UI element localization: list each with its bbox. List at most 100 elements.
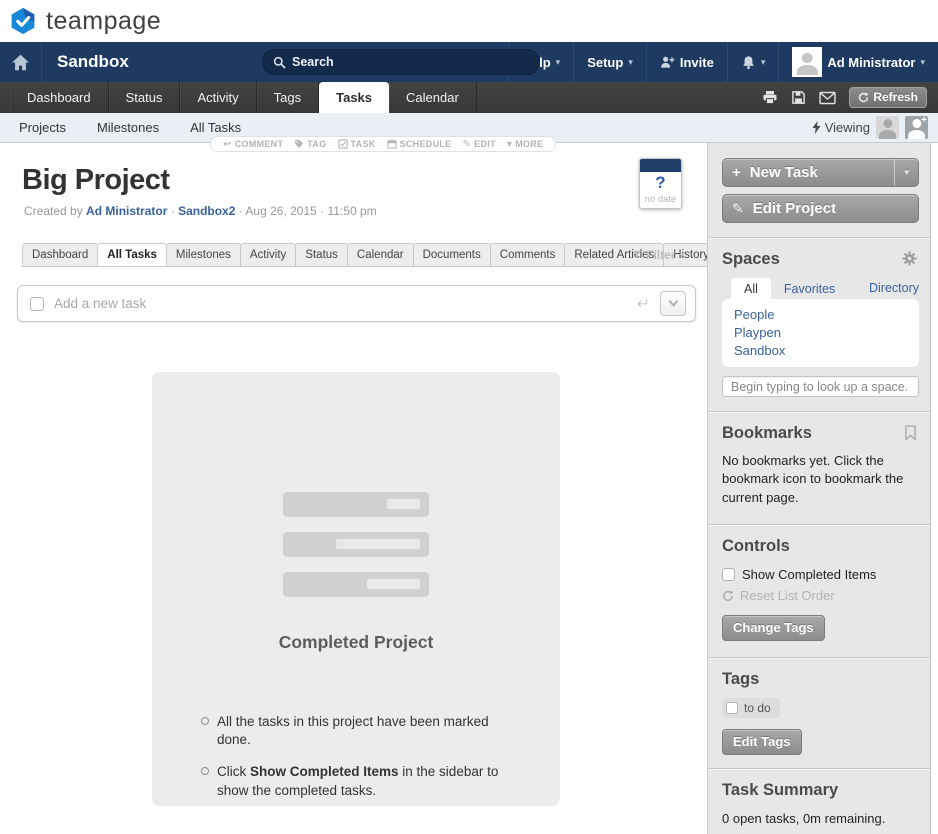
- edit-project-button[interactable]: ✎ Edit Project: [722, 194, 919, 223]
- user-menu[interactable]: Ad Ministrator▾: [778, 42, 938, 82]
- tag-todo-chip[interactable]: to do: [722, 698, 780, 718]
- byline: Created by Ad Ministrator · Sandbox2 · A…: [24, 204, 708, 218]
- notifications-menu[interactable]: ▾: [727, 42, 779, 82]
- tab-tags[interactable]: Tags: [257, 82, 319, 113]
- page-right-gutter: [930, 143, 938, 834]
- reset-list-order-button[interactable]: Reset List Order: [722, 588, 919, 603]
- setup-menu[interactable]: Setup▾: [573, 42, 646, 82]
- refresh-icon: [858, 92, 869, 103]
- schedule-label: SCHEDULE: [400, 139, 452, 149]
- project-tab-calendar[interactable]: Calendar: [347, 243, 414, 267]
- space-link-playpen[interactable]: Playpen: [734, 324, 919, 342]
- chevron-down-icon: ▾: [920, 57, 925, 68]
- tags-heading: Tags: [722, 670, 919, 689]
- spaces-heading: Spaces: [722, 250, 919, 269]
- right-sidebar: + New Task ▾ ✎ Edit Project Spaces: [707, 143, 930, 834]
- spaces-tab-favorites[interactable]: Favorites: [771, 278, 848, 299]
- pencil-icon: ✎: [462, 139, 471, 150]
- project-tab-status[interactable]: Status: [295, 243, 348, 267]
- viewer-avatar[interactable]: [876, 116, 899, 139]
- subnav-all-tasks[interactable]: All Tasks: [190, 120, 241, 135]
- tag-todo-label: to do: [744, 701, 771, 715]
- invite-button[interactable]: Invite: [646, 42, 727, 82]
- refresh-button[interactable]: Refresh: [849, 87, 927, 108]
- subnav-milestones[interactable]: Milestones: [97, 120, 159, 135]
- chevron-down-icon: ▾: [904, 167, 909, 178]
- search-input[interactable]: [292, 55, 529, 69]
- spaces-settings-button[interactable]: [902, 251, 917, 271]
- tag-action[interactable]: TAG: [294, 139, 326, 149]
- plus-icon: +: [921, 116, 927, 126]
- add-task-options-button[interactable]: [660, 291, 686, 316]
- teampage-app: teampage Sandbox Help▾ Setup▾: [0, 0, 938, 834]
- spaces-tab-directory[interactable]: Directory: [869, 281, 919, 299]
- edit-action[interactable]: ✎EDIT: [462, 139, 495, 150]
- new-task-dropdown[interactable]: ▾: [894, 159, 909, 186]
- tab-status[interactable]: Status: [109, 82, 181, 113]
- tab-calendar[interactable]: Calendar: [389, 82, 477, 113]
- space-link-sandbox[interactable]: Sandbox: [734, 342, 919, 360]
- floppy-disk-icon: [791, 90, 806, 105]
- controls-heading: Controls: [722, 537, 919, 556]
- new-task-checkbox[interactable]: [30, 297, 44, 311]
- search-box[interactable]: [262, 49, 540, 75]
- printer-icon: [762, 90, 778, 105]
- space-lookup-input[interactable]: [722, 376, 919, 397]
- filter-button[interactable]: Filter ▾: [631, 248, 684, 262]
- space-link[interactable]: Sandbox2: [178, 204, 235, 218]
- spaces-tab-all[interactable]: All: [731, 278, 771, 299]
- more-label: MORE: [515, 139, 543, 149]
- project-tab-comments[interactable]: Comments: [490, 243, 566, 267]
- tag-todo-checkbox[interactable]: [726, 702, 738, 714]
- project-tab-dashboard[interactable]: Dashboard: [22, 243, 98, 267]
- empty-state-title: Completed Project: [152, 632, 560, 653]
- page-action-toolbar: ↩COMMENT TAG TASK SCHEDULE ✎EDIT ▾MORE: [210, 136, 556, 152]
- comment-action[interactable]: ↩COMMENT: [223, 139, 283, 150]
- reset-icon: [722, 590, 734, 602]
- tab-tasks[interactable]: Tasks: [319, 82, 389, 113]
- gear-icon: [902, 251, 917, 266]
- comment-label: COMMENT: [235, 139, 284, 149]
- home-button[interactable]: [0, 42, 42, 82]
- add-task-input[interactable]: [54, 296, 627, 311]
- chevron-down-icon: ▾: [679, 250, 684, 261]
- invite-label: Invite: [680, 55, 714, 70]
- subnav-projects[interactable]: Projects: [19, 120, 66, 135]
- due-date-widget[interactable]: ? no date: [639, 158, 682, 209]
- bookmarks-heading: Bookmarks: [722, 424, 919, 443]
- controls-section: Controls Show Completed Items Reset List…: [722, 537, 919, 641]
- print-button[interactable]: [762, 90, 778, 105]
- show-completed-checkbox[interactable]: [722, 568, 735, 581]
- add-viewer-button[interactable]: +: [905, 116, 928, 139]
- schedule-action[interactable]: SCHEDULE: [387, 139, 452, 149]
- tab-activity[interactable]: Activity: [180, 82, 256, 113]
- task-action[interactable]: TASK: [338, 139, 376, 149]
- home-icon: [11, 54, 30, 71]
- more-action[interactable]: ▾MORE: [507, 139, 544, 150]
- tab-dashboard[interactable]: Dashboard: [10, 82, 109, 113]
- new-task-button[interactable]: + New Task ▾: [722, 158, 919, 187]
- author-link[interactable]: Ad Ministrator: [86, 204, 167, 218]
- project-tab-documents[interactable]: Documents: [413, 243, 491, 267]
- new-task-label: New Task: [750, 164, 818, 181]
- space-link-people[interactable]: People: [734, 306, 919, 324]
- save-button[interactable]: [791, 90, 806, 105]
- bookmarks-empty-text: No bookmarks yet. Click the bookmark ico…: [722, 452, 904, 507]
- project-tab-activity[interactable]: Activity: [240, 243, 296, 267]
- project-tab-all-tasks[interactable]: All Tasks: [97, 243, 167, 267]
- empty-bullet-1: All the tasks in this project have been …: [200, 713, 524, 749]
- change-tags-button[interactable]: Change Tags: [722, 615, 825, 641]
- brand-wordmark: teampage: [46, 7, 161, 36]
- spaces-heading-label: Spaces: [722, 250, 780, 268]
- project-tab-milestones[interactable]: Milestones: [166, 243, 241, 267]
- email-button[interactable]: [819, 91, 836, 105]
- main-navbar: Sandbox Help▾ Setup▾ Invite: [0, 42, 938, 82]
- setup-label: Setup: [587, 55, 623, 70]
- chevron-down-icon: ▾: [507, 139, 512, 150]
- divider: [708, 768, 930, 769]
- task-summary-text: 0 open tasks, 0m remaining.: [722, 810, 904, 828]
- byline-prefix: Created by: [24, 204, 86, 218]
- edit-tags-button[interactable]: Edit Tags: [722, 729, 802, 755]
- bookmark-button[interactable]: [904, 425, 917, 446]
- chevron-down-icon: ▾: [761, 57, 766, 68]
